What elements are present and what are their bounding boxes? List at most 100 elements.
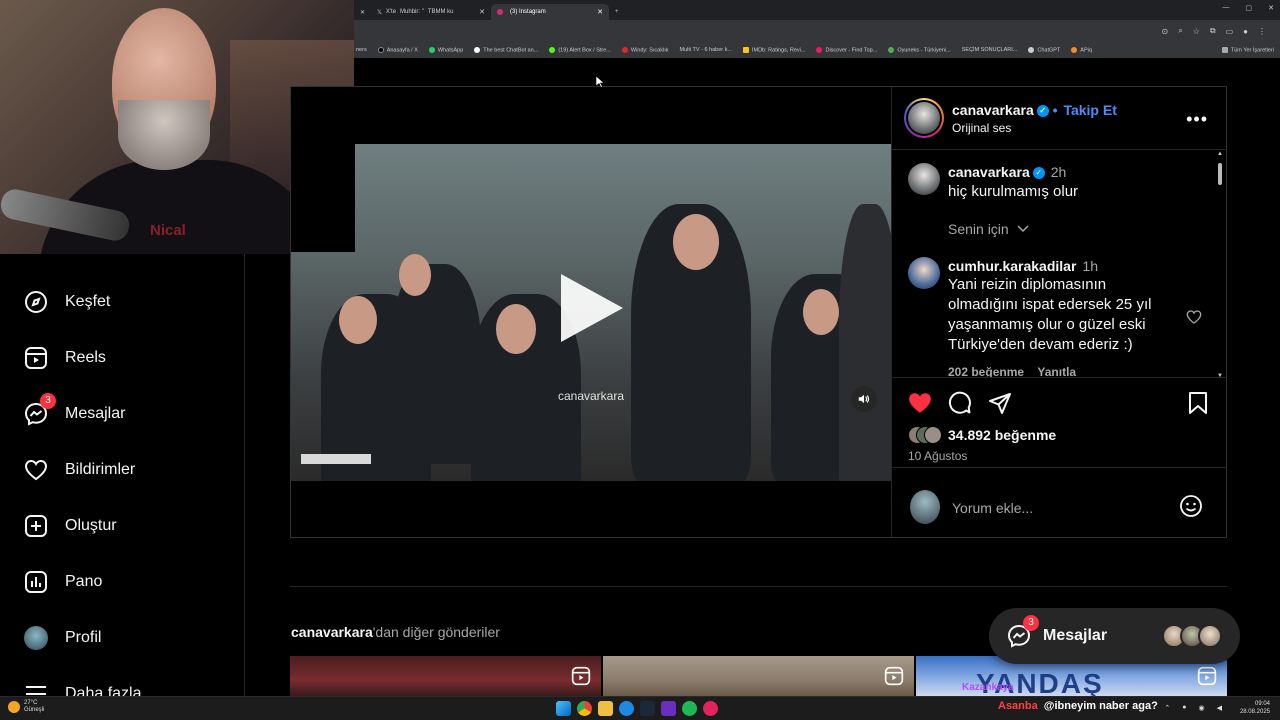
steam-icon[interactable] <box>640 701 655 716</box>
more-options-icon[interactable]: ••• <box>1186 109 1208 130</box>
folder-icon[interactable] <box>598 701 613 716</box>
bookmark[interactable]: APiq <box>1071 46 1092 53</box>
network-icon[interactable]: ◉ <box>1199 704 1205 712</box>
sidebar-item-notifications[interactable]: Bildirimler <box>24 458 135 482</box>
volume-icon[interactable]: ◀ <box>1217 704 1222 712</box>
bookmark[interactable]: Oyuneks - Türkiyeni... <box>888 46 951 54</box>
scroll-up-icon[interactable]: ▲ <box>1217 151 1223 157</box>
comment-likes[interactable]: 202 beğenme <box>948 365 1024 377</box>
bookmark[interactable]: Multi TV - 6 haber k... <box>679 47 731 53</box>
tab-x[interactable]: 𝕏 X'te Muhbir: " TBMM ku ✕ <box>371 4 491 20</box>
volume-button[interactable] <box>851 386 877 412</box>
bookmark-label: Oyuneks - Türkiyeni... <box>897 47 951 54</box>
comment-input[interactable]: Yorum ekle... <box>952 500 1033 516</box>
emoji-icon[interactable] <box>1179 494 1203 518</box>
chevron-up-icon[interactable]: ⌃ <box>1164 704 1170 712</box>
author-username[interactable]: canavarkara <box>952 102 1034 118</box>
start-icon[interactable] <box>556 701 571 716</box>
avatar[interactable] <box>908 163 940 195</box>
tab-instagram[interactable]: (3) Instagram ✕ <box>491 4 610 20</box>
sidebar-item-label: Oluştur <box>65 517 117 534</box>
bookmark[interactable]: SEÇİM SONUÇLARI... <box>962 47 1018 53</box>
comment-username[interactable]: cumhur.karakadilar <box>948 258 1076 274</box>
new-tab-button[interactable]: + <box>609 4 625 20</box>
more-posts-username[interactable]: canavarkara <box>291 624 373 640</box>
follow-button[interactable]: Takip Et <box>1063 102 1116 118</box>
likes-row[interactable]: 34.892 beğenme <box>908 426 1056 444</box>
video-player[interactable]: canavarkara <box>291 87 891 537</box>
scrollbar[interactable]: ▲ ▼ <box>1217 151 1223 377</box>
avatar[interactable] <box>908 257 940 289</box>
sidebar-item-create[interactable]: Oluştur <box>24 514 117 538</box>
minimize-button[interactable]: — <box>1223 4 1230 12</box>
mic-icon[interactable]: ● <box>1182 704 1186 712</box>
plus-square-icon <box>24 514 48 538</box>
tab-title: TBMM ku <box>427 9 454 15</box>
person-face <box>803 289 839 335</box>
app-icon[interactable] <box>661 701 676 716</box>
post-thumbnail[interactable] <box>290 656 601 696</box>
bookmark-icon[interactable] <box>1187 391 1209 415</box>
bookmark[interactable]: The best ChatBot an... <box>474 46 538 53</box>
all-bookmarks[interactable]: Tüm Yer İşaretleri <box>1221 46 1280 53</box>
taskbar: 27°C Güneşli Asanba @ibneyim naber aga? ⌃ … <box>0 696 1280 720</box>
caption-time: 2h <box>1050 164 1067 180</box>
post-card: canavarkara canavarkara ✓ • Takip Et Orij… <box>290 86 1227 538</box>
separator-dot: • <box>1052 102 1062 118</box>
bookmark[interactable]: ChatGPT <box>1028 46 1060 53</box>
sidebar-item-dashboard[interactable]: Pano <box>24 570 102 594</box>
scrollbar-thumb[interactable] <box>1218 163 1222 185</box>
avatar <box>924 426 942 444</box>
reply-button[interactable]: Yanıtla <box>1037 365 1076 377</box>
clock[interactable]: 09:04 28.08.2025 <box>1240 700 1270 716</box>
chatgpt-icon <box>1028 46 1035 53</box>
star-icon[interactable]: ☆ <box>1193 27 1200 36</box>
app-icon[interactable] <box>619 701 634 716</box>
sidebar-item-explore[interactable]: Keşfet <box>24 290 110 314</box>
chrome-icon[interactable] <box>577 701 592 716</box>
bookmark[interactable]: (19) Alert Box / Stre... <box>549 46 611 53</box>
bookmark[interactable]: IMDb: Ratings, Revi... <box>742 46 805 53</box>
spotify-icon[interactable] <box>682 701 697 716</box>
close-window-button[interactable]: ✕ <box>1268 4 1274 12</box>
person-face <box>339 296 377 344</box>
sidepanel-icon[interactable]: ▭ <box>1226 27 1234 36</box>
video-letterbox <box>291 87 355 252</box>
bookmark[interactable]: Discover - Find Top... <box>816 46 877 53</box>
message-avatars <box>1162 624 1222 648</box>
share-icon[interactable] <box>988 391 1012 415</box>
bookmark[interactable]: WhatsApp <box>428 46 463 53</box>
play-icon[interactable] <box>561 274 623 342</box>
kebab-icon[interactable]: ⋮ <box>1258 27 1266 36</box>
comment-icon[interactable] <box>948 391 972 415</box>
profile-icon[interactable]: ● <box>1243 27 1248 36</box>
close-icon[interactable]: ✕ <box>597 8 603 16</box>
tab-close-icon[interactable]: ✕ <box>354 4 371 20</box>
bookmark[interactable]: Anasayfa / X <box>377 46 418 53</box>
heart-icon[interactable] <box>1186 309 1202 325</box>
post-thumbnail[interactable] <box>603 656 914 696</box>
for-you-dropdown[interactable]: Senin için <box>948 221 1029 237</box>
maximize-button[interactable]: ▢ <box>1246 4 1253 12</box>
audio-label[interactable]: Orijinal ses <box>952 121 1011 135</box>
caption-username[interactable]: canavarkara <box>948 164 1030 180</box>
app-icon[interactable] <box>703 701 718 716</box>
bookmark[interactable]: Windy: Sıcaklık <box>621 46 668 53</box>
bookmark[interactable]: ners <box>356 47 367 53</box>
comment-meta: 202 beğenme Yanıtla <box>948 365 1076 377</box>
cast-icon[interactable]: ⊙ <box>1162 27 1169 36</box>
story-ring[interactable] <box>904 98 944 138</box>
video-frame <box>291 144 891 481</box>
sidebar-item-reels[interactable]: Reels <box>24 346 106 370</box>
extensions-icon[interactable]: ⧉ <box>1210 26 1216 36</box>
messages-pill[interactable]: 3 Mesajlar <box>989 608 1240 664</box>
avatar <box>1198 624 1222 648</box>
weather-widget[interactable]: 27°C Güneşli <box>8 700 44 714</box>
reels-icon <box>24 346 48 370</box>
sidebar-item-profile[interactable]: Profil <box>24 626 101 650</box>
like-heart-icon[interactable] <box>907 390 933 416</box>
zoom-icon[interactable]: ⌕ <box>1178 26 1182 36</box>
sidebar-item-messages[interactable]: 3 Mesajlar <box>24 393 125 426</box>
close-icon[interactable]: ✕ <box>479 8 485 16</box>
avatar <box>24 626 48 650</box>
